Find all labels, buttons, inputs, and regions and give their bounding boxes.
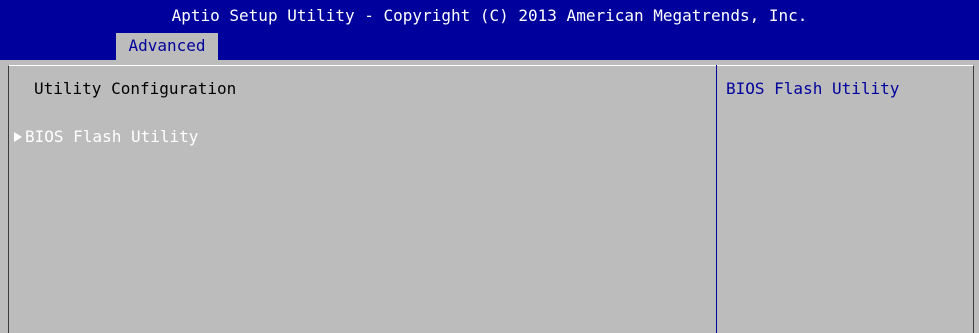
title-bar: Aptio Setup Utility - Copyright (C) 2013… [0,0,979,60]
submenu-arrow-icon [14,132,22,142]
help-panel-text: BIOS Flash Utility [726,79,900,98]
window-title: Aptio Setup Utility - Copyright (C) 2013… [171,6,808,25]
panel-divider [716,65,717,333]
menu-item-label: BIOS Flash Utility [25,127,199,146]
tab-advanced[interactable]: Advanced [116,33,218,60]
content-frame [8,65,974,333]
menu-item-bios-flash-utility[interactable]: BIOS Flash Utility [14,126,198,148]
section-title: Utility Configuration [34,79,237,98]
bios-setup-screen: Aptio Setup Utility - Copyright (C) 2013… [0,0,979,333]
